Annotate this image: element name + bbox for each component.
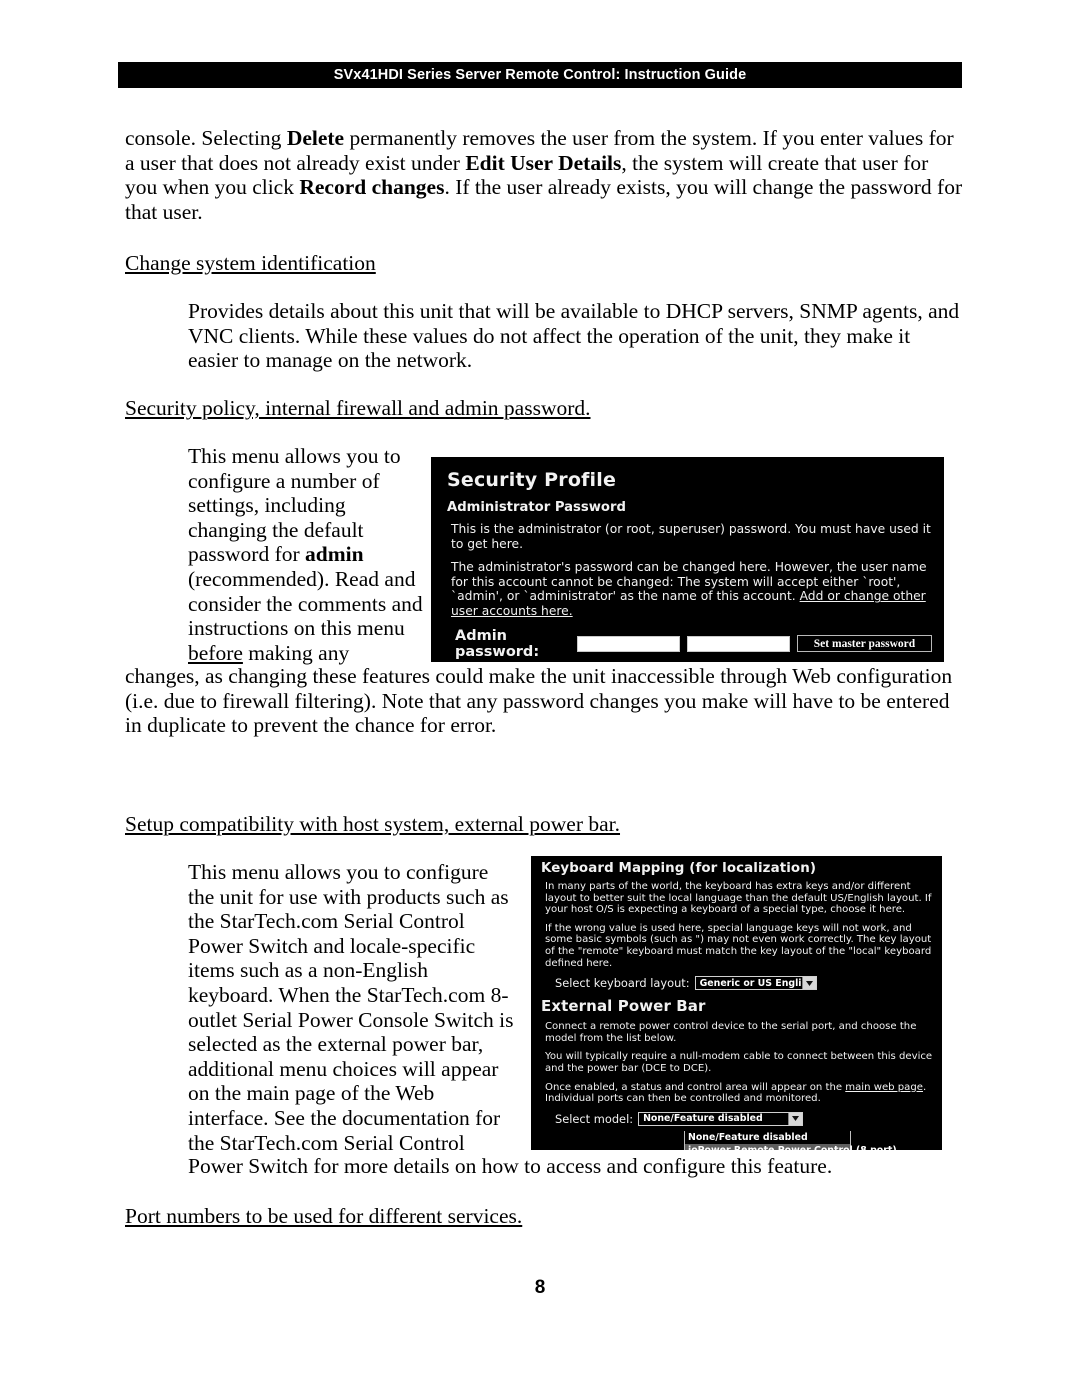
para-console-bold-edit-user-details: Edit User Details xyxy=(465,150,622,175)
page-number: 8 xyxy=(534,1277,546,1298)
keyboard-mapping-title: Keyboard Mapping (for localization) xyxy=(541,861,817,876)
chevron-down-icon xyxy=(801,977,816,990)
security-profile-title: Security Profile xyxy=(447,469,617,491)
security-profile-screenshot: Security Profile Administrator Password … xyxy=(431,457,944,662)
para-console-bold-record-changes: Record changes xyxy=(299,175,445,200)
heading-port-numbers: Port numbers to be used for different se… xyxy=(125,1204,523,1228)
para-security-text-1: This menu allows you to configure a numb… xyxy=(188,444,401,567)
para-security-text-2: (recommended). Read and consider the com… xyxy=(188,566,423,641)
keyboard-mapping-description-1: In many parts of the world, the keyboard… xyxy=(545,881,932,916)
para-console-bold-delete: Delete xyxy=(286,126,345,150)
keyboard-layout-row: Select keyboard layout: Generic or US En… xyxy=(555,976,934,991)
power-bar-model-dropdown-list[interactable]: None/Feature disabled ioPower Remote Pow… xyxy=(684,1130,897,1150)
paragraph-keyboard-rest: Power Switch for more details on how to … xyxy=(188,1154,833,1178)
admin-password-field-1[interactable] xyxy=(576,635,680,652)
select-model-label: Select model: xyxy=(555,1111,634,1126)
set-master-password-button[interactable]: Set master password xyxy=(796,635,932,653)
external-power-bar-description-3-pre: Once enabled, a status and control area … xyxy=(545,1081,846,1093)
dropdown-option-none-feature-disabled[interactable]: None/Feature disabled xyxy=(685,1130,850,1144)
main-web-page-link[interactable]: main web page xyxy=(845,1082,923,1093)
administrator-password-description: This is the administrator (or root, supe… xyxy=(451,522,931,551)
keyboard-layout-select[interactable]: Generic or US English xyxy=(694,976,817,991)
external-power-bar-title: External Power Bar xyxy=(541,997,706,1016)
administrator-password-notice: The administrator's password can be chan… xyxy=(451,560,932,618)
administrator-password-subtitle: Administrator Password xyxy=(447,500,626,515)
paragraph-security-rest: changes, as changing these features coul… xyxy=(125,664,953,738)
external-power-bar-description-3: Once enabled, a status and control area … xyxy=(545,1082,934,1105)
select-model-row: Select model: None/Feature disabled xyxy=(555,1111,934,1126)
paragraph-security-wrap: This menu allows you to configure a numb… xyxy=(188,444,425,665)
admin-password-row: Admin password: Set master password xyxy=(455,628,932,660)
paragraph-console: console. Selecting Delete permanently re… xyxy=(125,126,963,224)
paragraph-provides-details: Provides details about this unit that wi… xyxy=(188,299,960,373)
admin-password-field-2[interactable] xyxy=(686,635,790,652)
dropdown-option-iopower-remote-power-control[interactable]: ioPower Remote Power Control (8 port) xyxy=(685,1143,897,1150)
chevron-down-icon xyxy=(788,1112,803,1125)
para-security-underline-before: before xyxy=(188,640,243,665)
external-power-bar-description-1: Connect a remote power control device to… xyxy=(545,1021,917,1044)
para-console-text-1: console. Selecting xyxy=(125,126,287,150)
document-page: SVx41HDI Series Server Remote Control: I… xyxy=(0,0,1080,1397)
para-security-bold-admin: admin xyxy=(305,542,364,567)
header-title: SVx41HDI Series Server Remote Control: I… xyxy=(333,67,747,83)
keyboard-layout-label: Select keyboard layout: xyxy=(555,976,690,991)
external-power-bar-description-2: You will typically require a null-modem … xyxy=(545,1051,933,1074)
admin-password-label: Admin password: xyxy=(455,627,540,660)
para-security-text-3: making any xyxy=(242,640,350,665)
power-bar-model-selected-value: None/Feature disabled xyxy=(643,1113,763,1125)
keyboard-mapping-screenshot: Keyboard Mapping (for localization) In m… xyxy=(531,856,942,1150)
keyboard-layout-selected-value: Generic or US English xyxy=(699,977,814,989)
running-header: SVx41HDI Series Server Remote Control: I… xyxy=(118,62,962,88)
paragraph-keyboard-wrap: This menu allows you to configure the un… xyxy=(188,860,514,1155)
power-bar-model-select[interactable]: None/Feature disabled xyxy=(638,1111,804,1126)
heading-setup-compatibility: Setup compatibility with host system, ex… xyxy=(125,812,621,836)
heading-change-system-identification: Change system identification xyxy=(125,251,376,275)
keyboard-mapping-description-2: If the wrong value is used here, special… xyxy=(545,922,932,969)
heading-security-policy: Security policy, internal firewall and a… xyxy=(125,396,591,420)
